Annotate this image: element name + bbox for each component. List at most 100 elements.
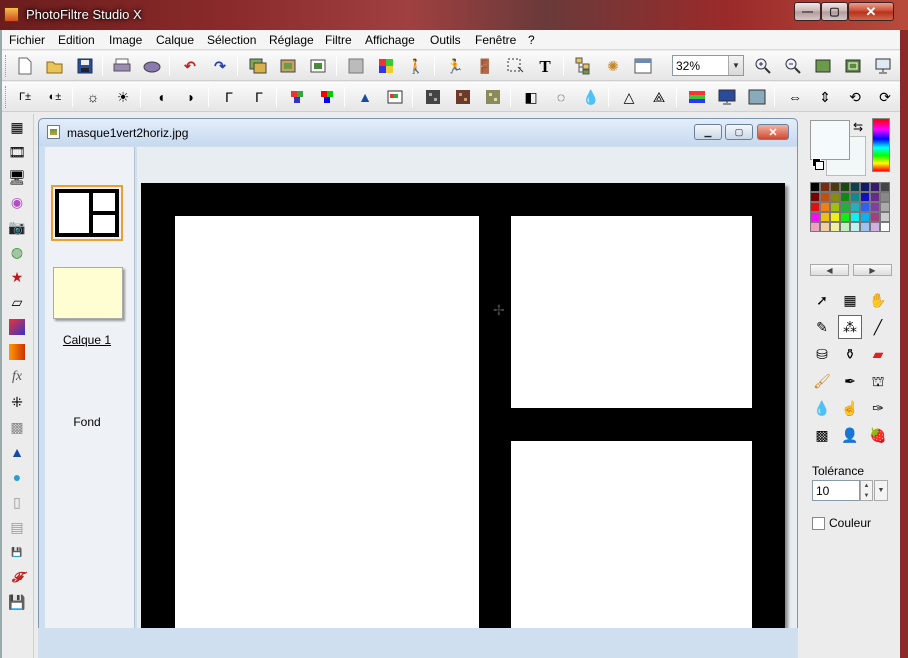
sharpen-minus-icon[interactable]: △ [618, 86, 640, 108]
layer-thumbnail-calque-1[interactable] [51, 185, 123, 241]
color-grid-icon[interactable] [375, 55, 397, 77]
color-palette[interactable] [810, 182, 892, 232]
contrast-minus-icon[interactable]: ◖ [150, 86, 172, 108]
menu-fichier[interactable]: Fichier [9, 33, 45, 47]
fill-bucket-icon[interactable]: ⛁ [810, 342, 834, 366]
explorer-icon[interactable] [572, 55, 594, 77]
window-tile-icon[interactable] [632, 55, 654, 77]
layer-thumbnail-fond[interactable] [53, 267, 123, 319]
menu-fenetre[interactable]: Fenêtre [475, 33, 516, 47]
drop-sharpen-icon[interactable]: 💧 [580, 86, 602, 108]
palette-next-button[interactable]: ▶ [853, 264, 892, 276]
arrow-select-icon[interactable]: ➚ [810, 288, 834, 312]
zoom-select[interactable]: 32% ▼ [672, 55, 744, 76]
reset-colors-icon[interactable] [812, 158, 824, 170]
flip-vertical-icon[interactable]: ⇕ [814, 86, 836, 108]
menu-filtre[interactable]: Filtre [325, 33, 352, 47]
image-export-icon[interactable]: ▤ [6, 516, 28, 538]
spray-icon[interactable]: ⚱ [838, 342, 862, 366]
chevron-down-icon[interactable]: ▼ [874, 480, 888, 501]
open-folder-icon[interactable] [44, 55, 66, 77]
gradient-orange-icon[interactable] [6, 341, 28, 363]
grid-icon[interactable]: ▩ [6, 416, 28, 438]
paste-as-image-icon[interactable] [307, 55, 329, 77]
doc-close-button[interactable]: ✕ [757, 124, 789, 140]
save-icon[interactable] [74, 55, 96, 77]
invert-icon[interactable]: ◧ [520, 86, 542, 108]
save-2000-icon[interactable]: 💾 [6, 541, 28, 563]
paste-image-icon[interactable] [277, 55, 299, 77]
rotate-right-icon[interactable]: ⟳ [874, 86, 896, 108]
clone-portrait-icon[interactable]: 👤 [838, 423, 862, 447]
histogram-icon[interactable]: ▲ [354, 86, 376, 108]
selection-grid-icon[interactable]: ▦ [838, 288, 862, 312]
tolerance-spinner[interactable]: ▲ ▼ [860, 480, 873, 501]
brightness-plus-icon[interactable]: ☀ [112, 86, 134, 108]
walking-man-icon[interactable]: 🚶 [405, 55, 427, 77]
camera-icon[interactable]: 📷 [6, 216, 28, 238]
swap-colors-icon[interactable]: ⇆ [853, 120, 863, 134]
screen-capture-icon[interactable]: 🖥 [6, 166, 28, 188]
close-button[interactable]: ✕ [848, 2, 894, 21]
menu-affichage[interactable]: Affichage [365, 33, 415, 47]
document-title-bar[interactable]: masque1vert2horiz.jpg ▁ ▢ ✕ [39, 119, 797, 146]
chevron-down-icon[interactable]: ▼ [728, 56, 743, 75]
new-file-icon[interactable] [14, 55, 36, 77]
hand-icon[interactable]: ✋ [866, 288, 890, 312]
couleur-checkbox[interactable] [812, 517, 825, 530]
undo-icon[interactable]: ↶ [179, 55, 201, 77]
histogram-icon[interactable]: ▲ [6, 441, 28, 463]
eyedropper-icon[interactable]: ✎ [810, 315, 834, 339]
photofiltre-logo-icon[interactable]: 𝓕 [6, 566, 28, 588]
calculator-icon[interactable]: ▦ [6, 116, 28, 138]
layer-label-fond[interactable]: Fond [45, 415, 129, 429]
pixelate-icon[interactable] [422, 86, 444, 108]
film-icon[interactable]: 🎞 [6, 141, 28, 163]
mosaic-icon[interactable] [452, 86, 474, 108]
flip-horizontal-icon[interactable]: ⇔ [784, 86, 806, 108]
brightness-minus-icon[interactable]: ☼ [82, 86, 104, 108]
redo-icon[interactable]: ↷ [209, 55, 231, 77]
canvas-area[interactable]: ✢ [137, 147, 797, 658]
drop-soften-icon[interactable]: ◌ [550, 86, 572, 108]
pipe-icon[interactable]: ✑ [866, 396, 890, 420]
finger-smudge-icon[interactable]: ☝ [838, 396, 862, 420]
layer-label-calque-1[interactable]: Calque 1 [45, 333, 129, 347]
eraser-icon[interactable]: ▰ [866, 342, 890, 366]
contrast-auto-icon[interactable]: ◐± [44, 86, 66, 108]
menu-help[interactable]: ? [528, 33, 535, 47]
tolerance-input[interactable]: 10 [812, 480, 860, 501]
menu-calque[interactable]: Calque [156, 33, 194, 47]
plugin-gear-icon[interactable]: ✺ [602, 55, 624, 77]
fullscreen-icon[interactable] [872, 55, 894, 77]
palette-prev-button[interactable]: ◀ [810, 264, 849, 276]
strawberry-icon[interactable]: 🍓 [866, 423, 890, 447]
gradient-icon[interactable] [6, 316, 28, 338]
rgb-levels-icon[interactable] [384, 86, 406, 108]
magic-wand-icon[interactable]: ⁂ [838, 315, 862, 339]
gamma-minus-icon[interactable]: Γ [218, 86, 240, 108]
maximize-button[interactable]: ▢ [821, 2, 848, 21]
line-tool-icon[interactable]: ╱ [866, 315, 890, 339]
scan-icon[interactable] [141, 55, 163, 77]
menu-selection[interactable]: Sélection [207, 33, 256, 47]
function-icon[interactable]: fx [6, 366, 28, 388]
book-icon[interactable]: ▯ [6, 491, 28, 513]
glow-icon[interactable]: ◉ [6, 191, 28, 213]
fit-image-icon[interactable] [812, 55, 834, 77]
globe-icon[interactable]: ◍ [6, 241, 28, 263]
color-spectrum[interactable] [872, 118, 890, 172]
foreground-color-swatch[interactable] [810, 120, 850, 160]
sharpen-plus-icon[interactable]: ⟁ [648, 86, 670, 108]
rainbow-icon[interactable] [686, 86, 708, 108]
star-icon[interactable]: ★ [6, 266, 28, 288]
copy-image-icon[interactable] [247, 55, 269, 77]
brush-icon[interactable]: 🖌 [810, 369, 834, 393]
actual-size-icon[interactable] [842, 55, 864, 77]
exit-icon[interactable]: 🚪 [474, 55, 496, 77]
gamma-auto-minus-icon[interactable]: Γ± [14, 86, 36, 108]
texture-icon[interactable] [482, 86, 504, 108]
saturation-minus-icon[interactable] [286, 86, 308, 108]
menu-outils[interactable]: Outils [430, 33, 461, 47]
blur-drop-icon[interactable]: 💧 [810, 396, 834, 420]
